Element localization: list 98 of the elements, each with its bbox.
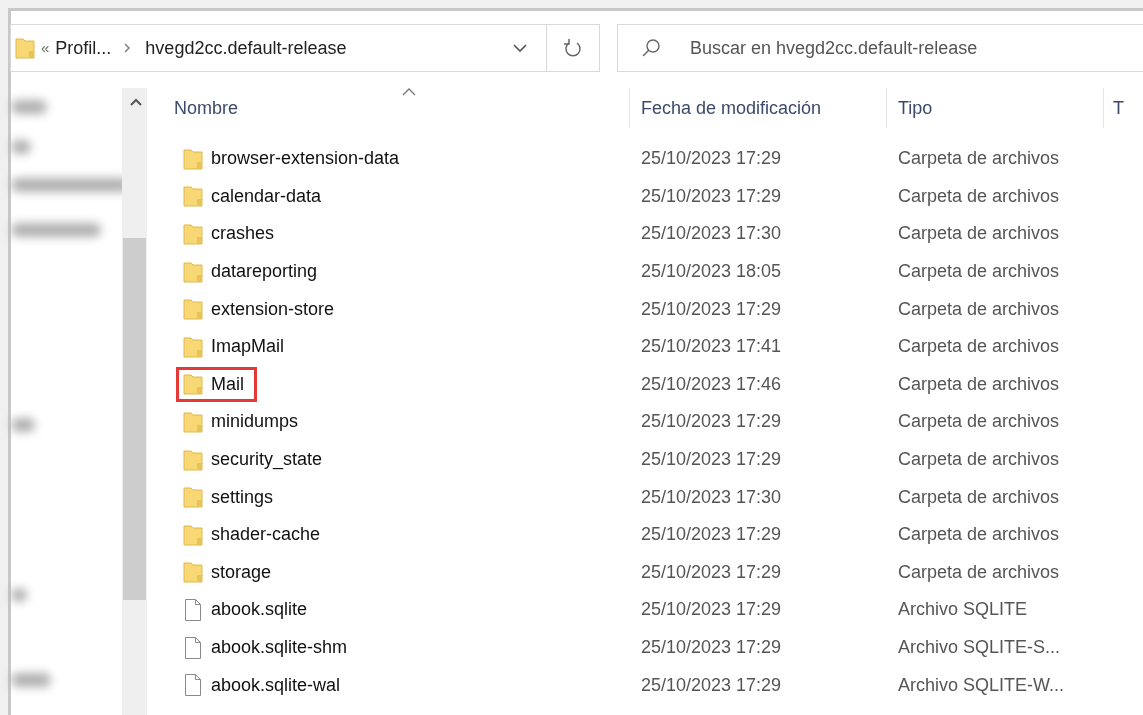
file-name: security_state	[211, 448, 323, 472]
folder-icon	[15, 36, 35, 60]
breadcrumb[interactable]: Profil...	[55, 34, 112, 62]
chevron-right-icon	[123, 42, 132, 54]
modified-date: 25/10/2023 17:46	[640, 372, 783, 396]
file-icon	[183, 635, 203, 660]
file-row[interactable]: browser-extension-data 25/10/2023 17:29 Carpeta de archivos	[174, 140, 1143, 178]
file-type: Carpeta de archivos	[897, 297, 1061, 321]
file-type: Carpeta de archivos	[897, 222, 1061, 246]
file-type: Carpeta de archivos	[897, 184, 1061, 208]
modified-date: 25/10/2023 17:30	[640, 222, 783, 246]
modified-date: 25/10/2023 17:29	[640, 297, 783, 321]
blurred-label	[11, 140, 31, 154]
file-type: Carpeta de archivos	[897, 335, 1061, 359]
file-row[interactable]: settings 25/10/2023 17:30 Carpeta de archivos	[174, 478, 1143, 516]
modified-date: 25/10/2023 17:30	[640, 485, 783, 509]
modified-date: 25/10/2023 17:29	[640, 147, 783, 171]
file-name: minidumps	[211, 410, 299, 434]
file-name: browser-extension-data	[211, 147, 400, 171]
file-name: extension-store	[211, 297, 335, 321]
scrollbar-thumb[interactable]	[122, 238, 146, 600]
modified-date: 25/10/2023 17:41	[640, 335, 783, 359]
file-name: ImapMail	[211, 335, 285, 359]
file-row[interactable]: calendar-data 25/10/2023 17:29 Carpeta de archivos	[174, 177, 1143, 216]
address-bar[interactable]: « Profil... hvegd2cc.default-release	[10, 24, 600, 72]
file-type: Carpeta de archivos	[897, 410, 1061, 434]
file-name: settings	[211, 485, 274, 509]
modified-date: 25/10/2023 18:05	[640, 260, 783, 284]
scrollbar[interactable]	[121, 88, 147, 715]
modified-date: 25/10/2023 17:29	[640, 410, 783, 434]
file-name: crashes	[211, 222, 275, 246]
file-row[interactable]: ImapMail 25/10/2023 17:41 Carpeta de archivos	[174, 327, 1143, 366]
search-icon	[641, 38, 661, 58]
file-name: datareporting	[211, 260, 318, 284]
file-row[interactable]: shader-cache 25/10/2023 17:29 Carpeta de archivos	[174, 515, 1143, 554]
modified-date: 25/10/2023 17:29	[640, 184, 783, 208]
folder-icon	[183, 297, 203, 322]
search-field[interactable]: Buscar en hvegd2cc.default-release	[617, 24, 1143, 72]
folder-icon	[183, 146, 203, 171]
folder-icon	[183, 522, 203, 547]
column-header[interactable]: Fecha de modificación	[629, 88, 886, 128]
file-row[interactable]: extension-store 25/10/2023 17:29 Carpeta de archivos	[174, 290, 1143, 328]
folder-icon	[183, 485, 203, 510]
modified-date: 25/10/2023 17:29	[640, 523, 783, 547]
file-name: abook.sqlite-shm	[211, 636, 348, 659]
refresh-icon	[563, 37, 583, 59]
folder-icon	[183, 184, 203, 209]
file-row[interactable]: abook.sqlite-wal 25/10/2023 17:29 Archivo SQLITE-W...	[174, 666, 1143, 704]
scroll-up-icon[interactable]	[129, 98, 142, 106]
file-name: shader-cache	[211, 523, 321, 547]
file-row[interactable]: crashes 25/10/2023 17:30 Carpeta de archivos	[174, 215, 1143, 253]
modified-date: 25/10/2023 17:29	[640, 560, 783, 584]
file-row[interactable]: datareporting 25/10/2023 18:05 Carpeta de archivos	[174, 252, 1143, 291]
dropdown-caret-icon[interactable]	[512, 43, 528, 53]
column-header[interactable]: Tipo	[886, 88, 1103, 128]
folder-icon	[183, 560, 203, 585]
file-row[interactable]: storage 25/10/2023 17:29 Carpeta de archivos	[174, 553, 1143, 592]
column-header[interactable]: Nombre	[174, 88, 629, 128]
column-header[interactable]: T	[1103, 88, 1143, 128]
file-row[interactable]: security_state 25/10/2023 17:29 Carpeta de archivos	[174, 440, 1143, 479]
file-name: abook.sqlite-wal	[211, 673, 341, 697]
folder-icon	[183, 447, 203, 472]
overflow-chevron[interactable]: «	[41, 36, 50, 60]
folder-icon	[183, 259, 203, 284]
file-type: Archivo SQLITE	[897, 598, 1029, 622]
file-name: Mail	[211, 372, 244, 396]
file-row[interactable]: Mail 25/10/2023 17:46 Carpeta de archivos	[174, 365, 1143, 404]
modified-date: 25/10/2023 17:29	[640, 673, 783, 697]
blurred-label	[11, 418, 35, 432]
modified-date: 25/10/2023 17:29	[640, 448, 783, 472]
blurred-label	[11, 588, 27, 602]
file-type: Carpeta de archivos	[897, 485, 1061, 509]
blurred-label	[11, 100, 47, 114]
file-type: Archivo SQLITE-W...	[897, 673, 1066, 697]
blurred-label	[11, 673, 51, 687]
breadcrumb[interactable]: hvegd2cc.default-release	[145, 34, 347, 62]
folder-icon	[183, 334, 203, 359]
file-name: abook.sqlite	[211, 598, 308, 622]
file-type: Carpeta de archivos	[897, 147, 1061, 171]
file-name: calendar-data	[211, 184, 322, 208]
folder-icon	[183, 372, 203, 397]
file-type: Carpeta de archivos	[897, 372, 1061, 396]
file-row[interactable]: abook.sqlite 25/10/2023 17:29 Archivo SQLITE	[174, 591, 1143, 629]
file-type: Archivo SQLITE-S...	[897, 636, 1062, 659]
file-icon	[183, 673, 203, 698]
modified-date: 25/10/2023 17:29	[640, 598, 783, 622]
file-type: Carpeta de archivos	[897, 260, 1061, 284]
file-name: storage	[211, 560, 272, 584]
file-type: Carpeta de archivos	[897, 448, 1061, 472]
file-type: Carpeta de archivos	[897, 560, 1061, 584]
file-icon	[183, 597, 203, 622]
file-row[interactable]: minidumps 25/10/2023 17:29 Carpeta de archivos	[174, 403, 1143, 441]
folder-icon	[183, 222, 203, 246]
file-type: Carpeta de archivos	[897, 523, 1061, 547]
modified-date: 25/10/2023 17:29	[640, 636, 783, 659]
sort-caret-icon	[401, 88, 416, 96]
file-row[interactable]: abook.sqlite-shm 25/10/2023 17:29 Archivo SQLITE-S...	[174, 628, 1143, 667]
folder-icon	[183, 409, 203, 434]
